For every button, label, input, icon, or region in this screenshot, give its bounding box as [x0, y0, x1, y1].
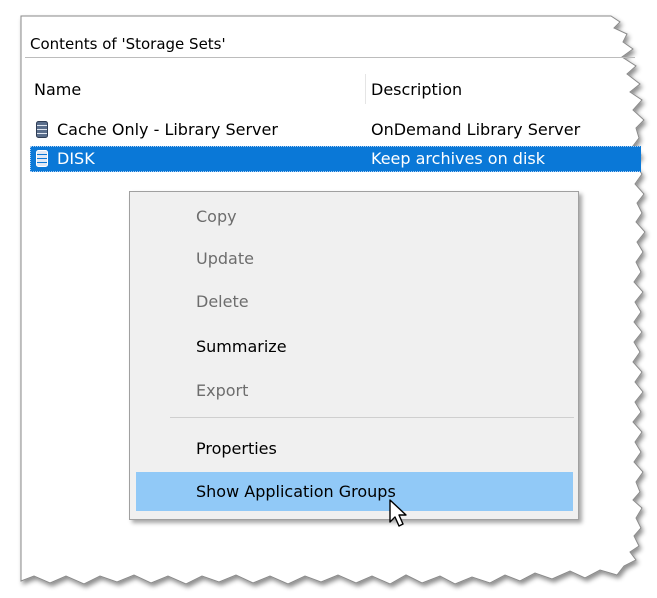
column-separator[interactable] — [365, 74, 366, 104]
list-item-cache-only[interactable]: Cache Only - Library Server OnDemand Lib… — [30, 117, 641, 143]
list-item-disk[interactable]: DISK Keep archives on disk — [30, 146, 641, 172]
screenshot-stage: Contents of 'Storage Sets' Name Descript… — [0, 0, 657, 598]
column-header-name[interactable]: Name — [34, 77, 359, 103]
panel-title: Contents of 'Storage Sets' — [25, 30, 635, 58]
menu-item-delete[interactable]: Delete — [196, 290, 249, 314]
menu-item-update[interactable]: Update — [196, 247, 254, 271]
menu-item-properties[interactable]: Properties — [196, 437, 277, 461]
menu-item-show-application-groups[interactable]: Show Application Groups — [196, 480, 396, 504]
item-description: OnDemand Library Server — [371, 120, 581, 139]
menu-separator — [170, 417, 574, 418]
item-description: Keep archives on disk — [371, 149, 545, 168]
storage-set-icon — [36, 121, 48, 138]
column-header-description[interactable]: Description — [371, 77, 641, 103]
menu-item-summarize[interactable]: Summarize — [196, 335, 287, 359]
menu-item-export[interactable]: Export — [196, 379, 248, 403]
item-name: Cache Only - Library Server — [57, 120, 278, 139]
context-menu: Copy Update Delete Summarize Export Prop… — [129, 191, 579, 520]
storage-set-icon — [36, 150, 48, 167]
menu-item-copy[interactable]: Copy — [196, 205, 237, 229]
item-name: DISK — [57, 149, 95, 168]
mouse-pointer-icon — [389, 499, 407, 527]
